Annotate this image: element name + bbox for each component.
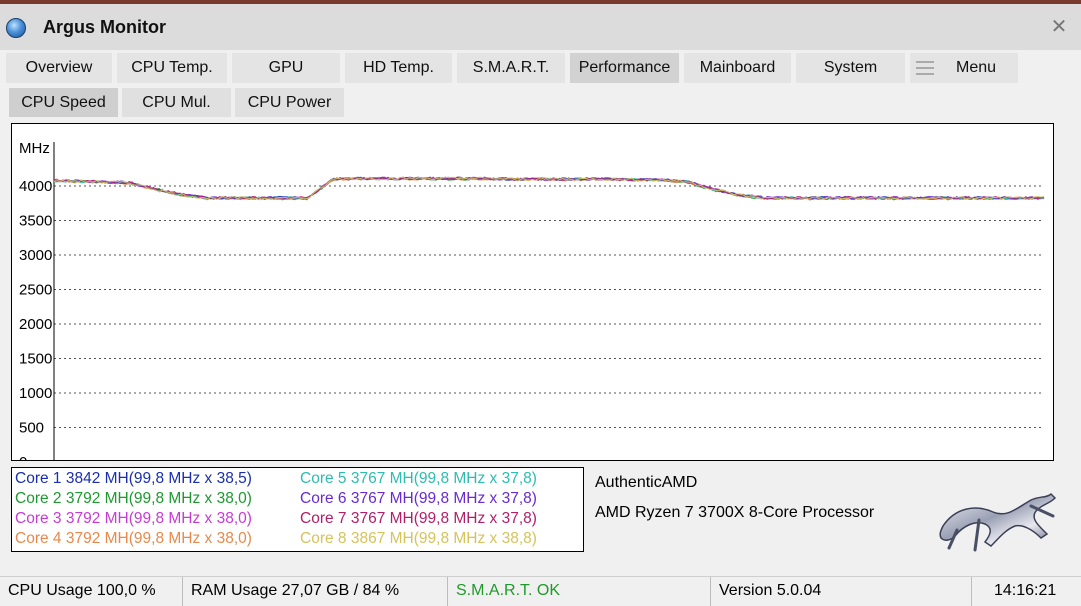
close-icon[interactable]: ✕	[1047, 16, 1071, 40]
legend-core-8: Core 8 3867 MH(99,8 MHz x 38,8)	[300, 530, 537, 548]
legend-core-value: 3767 MH(99,8 MHz x 37,8)	[350, 470, 537, 487]
cpu-model-name: AMD Ryzen 7 3700X 8-Core Processor	[595, 504, 875, 521]
tab-gpu[interactable]: GPU	[232, 53, 340, 83]
y-tick-label: 2500	[19, 282, 52, 299]
y-tick-label: 0	[19, 454, 27, 460]
legend-core-value: 3792 MH(99,8 MHz x 38,0)	[65, 510, 252, 527]
status-cpu-usage: CPU Usage 100,0 %	[0, 577, 183, 606]
legend-core-name: Core 3	[15, 510, 62, 527]
legend-core-name: Core 1	[15, 470, 62, 487]
legend-core-value: 3842 MH(99,8 MHz x 38,5)	[65, 470, 252, 487]
legend-core-name: Core 2	[15, 490, 62, 507]
legend-core-name: Core 7	[300, 510, 347, 527]
legend-core-5: Core 5 3767 MH(99,8 MHz x 37,8)	[300, 470, 537, 488]
y-axis-unit-label: MHz	[19, 140, 50, 157]
subtab-cpu-mul[interactable]: CPU Mul.	[122, 88, 231, 117]
main-tabs: Overview CPU Temp. GPU HD Temp. S.M.A.R.…	[0, 53, 1081, 83]
cpu-speed-chart-svg: MHz 4000 3500 3000 2500 2000 1500 1000 500 0	[19, 140, 1045, 460]
cpu-speed-chart: MHz 4000 3500 3000 2500 2000 1500 1000 500 0	[11, 123, 1054, 461]
legend-core-name: Core 8	[300, 530, 347, 547]
y-tick-label: 3500	[19, 213, 52, 230]
tab-menu[interactable]: Menu	[910, 53, 1018, 83]
tab-mainboard[interactable]: Mainboard	[684, 53, 791, 83]
legend-core-value: 3767 MH(99,8 MHz x 37,8)	[350, 490, 537, 507]
tab-performance[interactable]: Performance	[570, 53, 679, 83]
cpu-vendor: AuthenticAMD	[595, 474, 698, 491]
status-bar: CPU Usage 100,0 % RAM Usage 27,07 GB / 8…	[0, 576, 1081, 606]
subtab-cpu-power[interactable]: CPU Power	[235, 88, 344, 117]
y-tick-label: 1500	[19, 351, 52, 368]
legend-core-1: Core 1 3842 MH(99,8 MHz x 38,5)	[15, 470, 252, 488]
series-line-core-7	[53, 176, 1045, 200]
tab-menu-label: Menu	[955, 59, 997, 76]
y-tick-label: 4000	[19, 178, 52, 195]
tab-cpu-temp[interactable]: CPU Temp.	[117, 53, 227, 83]
argus-monitor-icon	[6, 18, 26, 38]
legend-core-value: 3867 MH(99,8 MHz x 38,8)	[350, 530, 537, 547]
core-legend: Core 1 3842 MH(99,8 MHz x 38,5) Core 2 3…	[11, 467, 584, 552]
tab-overview[interactable]: Overview	[6, 53, 112, 83]
subtab-cpu-speed[interactable]: CPU Speed	[9, 88, 118, 117]
status-ram-usage: RAM Usage 27,07 GB / 84 %	[183, 577, 448, 606]
legend-core-value: 3792 MH(99,8 MHz x 38,0)	[65, 490, 252, 507]
y-tick-label: 1000	[19, 385, 52, 402]
legend-core-name: Core 6	[300, 490, 347, 507]
legend-core-2: Core 2 3792 MH(99,8 MHz x 38,0)	[15, 490, 252, 508]
salamander-logo-icon	[939, 492, 1057, 552]
legend-core-name: Core 4	[15, 530, 62, 547]
tab-smart[interactable]: S.M.A.R.T.	[457, 53, 565, 83]
legend-core-name: Core 5	[300, 470, 347, 487]
legend-core-value: 3767 MH(99,8 MHz x 37,8)	[350, 510, 537, 527]
tab-hd-temp[interactable]: HD Temp.	[345, 53, 452, 83]
y-tick-label: 500	[19, 420, 44, 437]
window-title: Argus Monitor	[43, 17, 166, 37]
legend-core-4: Core 4 3792 MH(99,8 MHz x 38,0)	[15, 530, 252, 548]
tab-system[interactable]: System	[796, 53, 905, 83]
legend-core-value: 3792 MH(99,8 MHz x 38,0)	[65, 530, 252, 547]
legend-core-7: Core 7 3767 MH(99,8 MHz x 37,8)	[300, 510, 537, 528]
status-smart: S.M.A.R.T. OK	[448, 577, 711, 606]
hamburger-menu-icon	[916, 61, 934, 75]
performance-subtabs: CPU Speed CPU Mul. CPU Power	[0, 88, 400, 118]
legend-core-6: Core 6 3767 MH(99,8 MHz x 37,8)	[300, 490, 537, 508]
title-bar: Argus Monitor ✕	[0, 4, 1081, 50]
y-tick-label: 3000	[19, 247, 52, 264]
status-version: Version 5.0.04	[711, 577, 972, 606]
status-time: 14:16:21	[994, 582, 1057, 599]
legend-core-3: Core 3 3792 MH(99,8 MHz x 38,0)	[15, 510, 252, 528]
y-tick-label: 2000	[19, 316, 52, 333]
